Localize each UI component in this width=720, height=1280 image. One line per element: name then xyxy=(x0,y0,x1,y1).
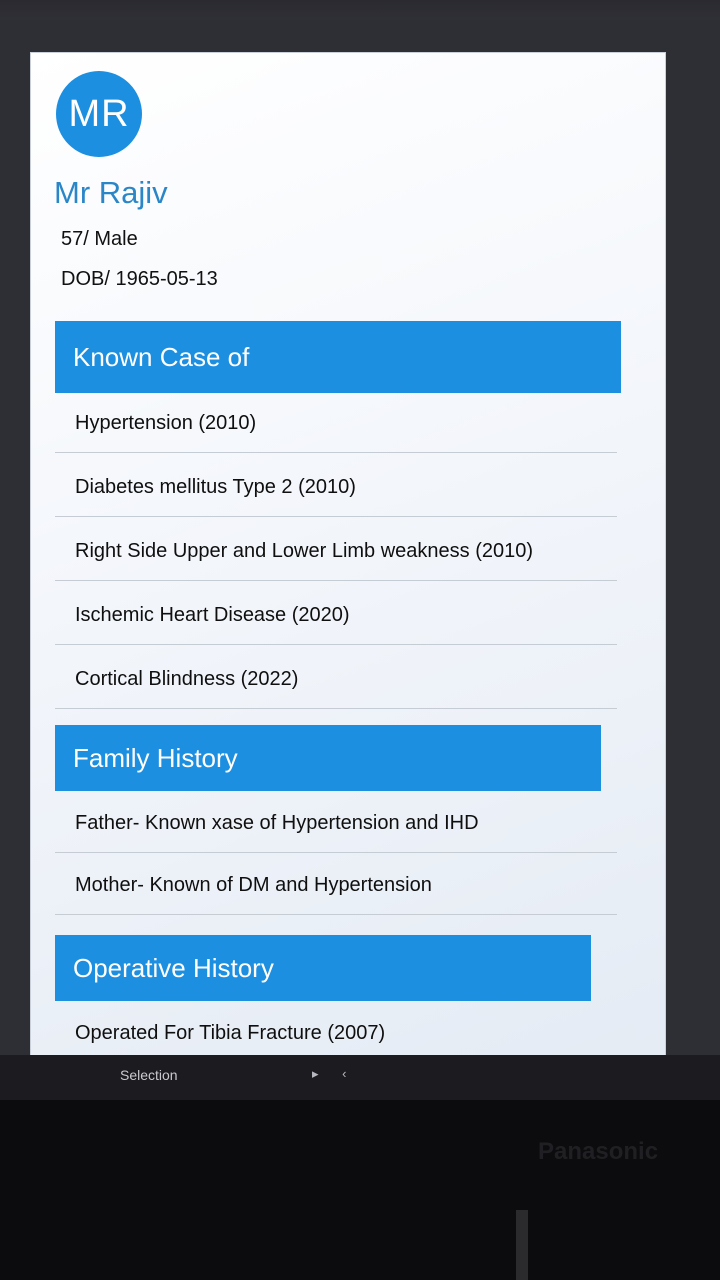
selection-label[interactable]: Selection xyxy=(120,1067,178,1083)
known-case-item[interactable]: Hypertension (2010) xyxy=(55,393,617,453)
patient-name: Mr Rajiv xyxy=(54,175,168,210)
patient-dob: DOB/ 1965-05-13 xyxy=(61,268,218,290)
known-case-item[interactable]: Right Side Upper and Lower Limb weakness… xyxy=(55,521,617,581)
section-header-known-case[interactable]: Known Case of xyxy=(55,321,621,393)
known-case-item[interactable]: Ischemic Heart Disease (2020) xyxy=(55,585,617,645)
navigation-arrows-icon[interactable]: ▸ ‹ xyxy=(312,1066,356,1082)
operative-history-item[interactable]: Operated For Tibia Fracture (2007) xyxy=(55,1003,617,1063)
section-header-family-history[interactable]: Family History xyxy=(55,725,601,791)
family-history-item[interactable]: Father- Known xase of Hypertension and I… xyxy=(55,793,617,853)
section-header-operative-history[interactable]: Operative History xyxy=(55,935,591,1001)
monitor-stand xyxy=(516,1210,528,1280)
taskbar xyxy=(0,1055,720,1100)
monitor-brand-logo: Panasonic xyxy=(538,1138,659,1165)
known-case-item[interactable]: Cortical Blindness (2022) xyxy=(55,649,617,709)
patient-age-sex: 57/ Male xyxy=(61,228,138,250)
known-case-item[interactable]: Diabetes mellitus Type 2 (2010) xyxy=(55,457,617,517)
avatar: MR xyxy=(56,71,142,157)
family-history-item[interactable]: Mother- Known of DM and Hypertension xyxy=(55,855,617,915)
patient-summary-panel: MR Mr Rajiv 57/ Male DOB/ 1965-05-13 Kno… xyxy=(30,52,666,1084)
